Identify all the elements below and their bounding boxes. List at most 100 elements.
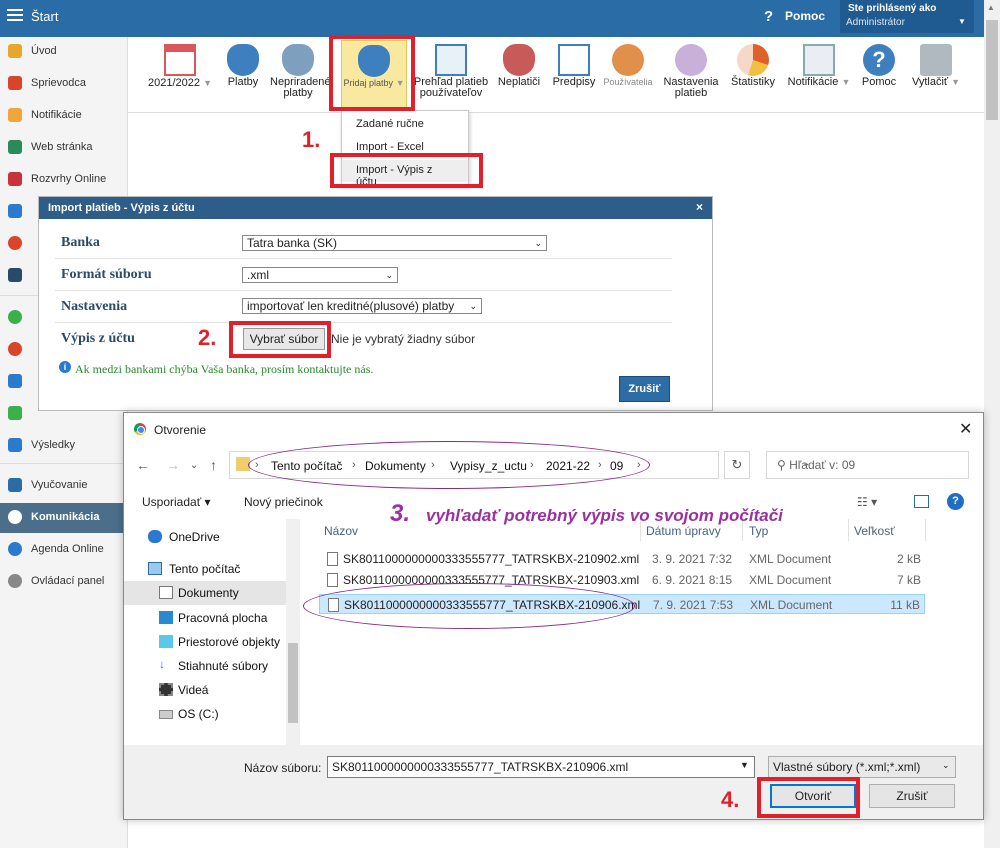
- sidebar-item-agenda[interactable]: Agenda Online: [0, 535, 128, 565]
- sidebar-item-sprievodca[interactable]: Sprievodca: [0, 69, 128, 99]
- calendar-icon: [8, 172, 22, 186]
- ribbon-neplatici[interactable]: Neplatiči: [494, 40, 544, 110]
- pie-chart-icon: [737, 44, 769, 76]
- sidebar-item-uvod[interactable]: Úvod: [0, 37, 128, 67]
- menu-item-manual[interactable]: Zadané ručne: [342, 114, 468, 136]
- cube-icon: [159, 635, 173, 648]
- shield-icon: [8, 406, 22, 420]
- column-size[interactable]: Veľkosť: [854, 524, 895, 538]
- chevron-down-icon: ⌄: [385, 270, 393, 280]
- help-icon[interactable]: ?: [947, 493, 964, 510]
- search-icon: ⚲: [777, 458, 790, 472]
- nav-onedrive[interactable]: OneDrive: [124, 525, 286, 549]
- annotation-step-4: 4.: [721, 787, 740, 812]
- filetype-select[interactable]: Vlastné súbory (*.xml;*.xml): [768, 756, 956, 778]
- close-icon[interactable]: ×: [696, 200, 703, 214]
- home-icon: [8, 140, 22, 154]
- column-date[interactable]: Dátum úpravy: [646, 524, 721, 538]
- annotation-step-2: 2.: [198, 325, 217, 350]
- file-row[interactable]: SK8011000000000333555777_TATRSKBX-210902…: [319, 549, 925, 569]
- ribbon-school-year[interactable]: 2021/2022 ▼: [145, 40, 215, 110]
- format-select[interactable]: .xml ⌄: [242, 267, 398, 283]
- bank-label: Banka: [61, 235, 100, 250]
- sidebar-item-vysledky[interactable]: Výsledky: [0, 431, 128, 461]
- view-options-icon[interactable]: ☷ ▾: [857, 495, 877, 509]
- back-icon[interactable]: ←: [136, 457, 150, 473]
- settings-select[interactable]: importovať len kreditné(plusové) platby ⌄: [242, 298, 482, 314]
- nav-drive-c[interactable]: OS (C:): [124, 702, 286, 726]
- ribbon-notifikacie[interactable]: Notifikácie ▼: [784, 40, 854, 110]
- preview-pane-icon[interactable]: [914, 495, 929, 508]
- page-scrollbar-thumb[interactable]: [986, 20, 998, 120]
- star-icon: [8, 44, 22, 58]
- nav-3d-objects[interactable]: Priestorové objekty: [124, 630, 286, 654]
- pen-icon: [8, 542, 22, 556]
- app-title[interactable]: Štart: [31, 9, 58, 24]
- sidebar-item-web[interactable]: Web stránka: [0, 133, 128, 163]
- help-link[interactable]: Pomoc: [785, 9, 825, 23]
- annotation-step-3: 3.: [390, 500, 411, 527]
- user-icon: [612, 44, 644, 76]
- filename-input[interactable]: SK8011000000000333555777_TATRSKBX-210906…: [327, 756, 755, 778]
- euro-table-icon: [435, 44, 467, 76]
- new-folder-button[interactable]: Nový priečinok: [244, 495, 323, 509]
- import-dialog: Import platieb - Výpis z účtu × Banka Ta…: [38, 196, 713, 411]
- film-icon: [159, 683, 173, 696]
- menu-icon[interactable]: [7, 9, 23, 21]
- column-name[interactable]: Názov: [324, 524, 358, 538]
- sidebar-divider: [0, 463, 128, 464]
- recent-chevron-icon[interactable]: ⌄: [190, 460, 198, 471]
- annotation-box-4: [757, 777, 860, 818]
- ribbon-nepriradene[interactable]: Nepriradené platby: [270, 40, 331, 110]
- annotation-step-1: 1.: [302, 127, 321, 152]
- user-label: Ste prihlásený ako: [848, 3, 937, 14]
- help-icon[interactable]: ?: [764, 8, 773, 25]
- cloud-icon: [148, 530, 162, 543]
- ribbon-nastavenia[interactable]: Nastavenia platieb: [660, 40, 722, 110]
- envelope-icon: [8, 108, 22, 122]
- page-scrollbar[interactable]: [984, 0, 1000, 848]
- format-label: Formát súboru: [61, 267, 152, 282]
- column-type[interactable]: Typ: [749, 524, 768, 538]
- nav-downloads[interactable]: ↓ Stiahnuté súbory: [124, 654, 286, 678]
- nav-documents[interactable]: Dokumenty: [124, 581, 286, 605]
- close-icon[interactable]: ✕: [959, 419, 972, 439]
- organize-button[interactable]: Usporiadať ▾: [142, 495, 211, 509]
- annotation-box-1b: [330, 153, 483, 188]
- up-icon[interactable]: ↑: [210, 457, 217, 473]
- ribbon-vytlacit[interactable]: Vytlačiť ▼: [906, 40, 966, 110]
- search-input[interactable]: ⚲ Hľadať v: 09: [766, 451, 969, 479]
- ribbon-pouzivatelia[interactable]: Používatelia: [601, 40, 655, 110]
- ribbon-pomoc[interactable]: ? Pomoc: [858, 40, 900, 110]
- ribbon-prehlad[interactable]: Prehľad platieb používateľov: [413, 40, 489, 110]
- nav-videos[interactable]: Videá: [124, 678, 286, 702]
- nav-this-pc[interactable]: Tento počítač: [124, 557, 286, 581]
- sidebar-item-vyucovanie[interactable]: Vyučovanie: [0, 471, 128, 501]
- cancel-button[interactable]: Zrušiť: [869, 784, 955, 808]
- cancel-button[interactable]: Zrušiť: [619, 376, 670, 402]
- nav-desktop[interactable]: Pracovná plocha: [124, 606, 286, 630]
- scroll-up-icon[interactable]: ▲: [987, 3, 995, 12]
- user-menu[interactable]: Ste prihlásený ako Administrátor ▼: [840, 0, 974, 33]
- document-icon: [159, 586, 173, 599]
- refresh-icon[interactable]: ↻: [724, 451, 750, 479]
- printer-icon: [920, 44, 952, 76]
- sidebar-item-komunikacia[interactable]: Komunikácia: [0, 503, 128, 533]
- chevron-down-icon[interactable]: ⌄: [942, 760, 950, 771]
- nav-scrollbar-thumb[interactable]: [288, 643, 298, 723]
- format-row: Formát súboru .xml ⌄: [55, 259, 672, 291]
- ribbon-predpisy[interactable]: Predpisy: [549, 40, 599, 110]
- sidebar-item-ovladaci-panel[interactable]: Ovládací panel: [0, 567, 128, 597]
- sidebar-item-rozvrhy[interactable]: Rozvrhy Online: [0, 165, 128, 195]
- gear-icon: [8, 574, 22, 588]
- sidebar-item-notifikacie[interactable]: Notifikácie: [0, 101, 128, 131]
- ribbon-statistiky[interactable]: Štatistiky: [728, 40, 778, 110]
- bank-select[interactable]: Tatra banka (SK) ⌄: [242, 235, 547, 251]
- forward-icon[interactable]: →: [166, 457, 180, 473]
- ribbon-divider: [128, 112, 984, 113]
- ribbon-platby[interactable]: Platby: [222, 40, 264, 110]
- chevron-down-icon[interactable]: ▼: [740, 760, 749, 770]
- money-bag-question-icon: [282, 44, 314, 76]
- check-icon: [8, 310, 22, 324]
- card-icon: [8, 204, 22, 218]
